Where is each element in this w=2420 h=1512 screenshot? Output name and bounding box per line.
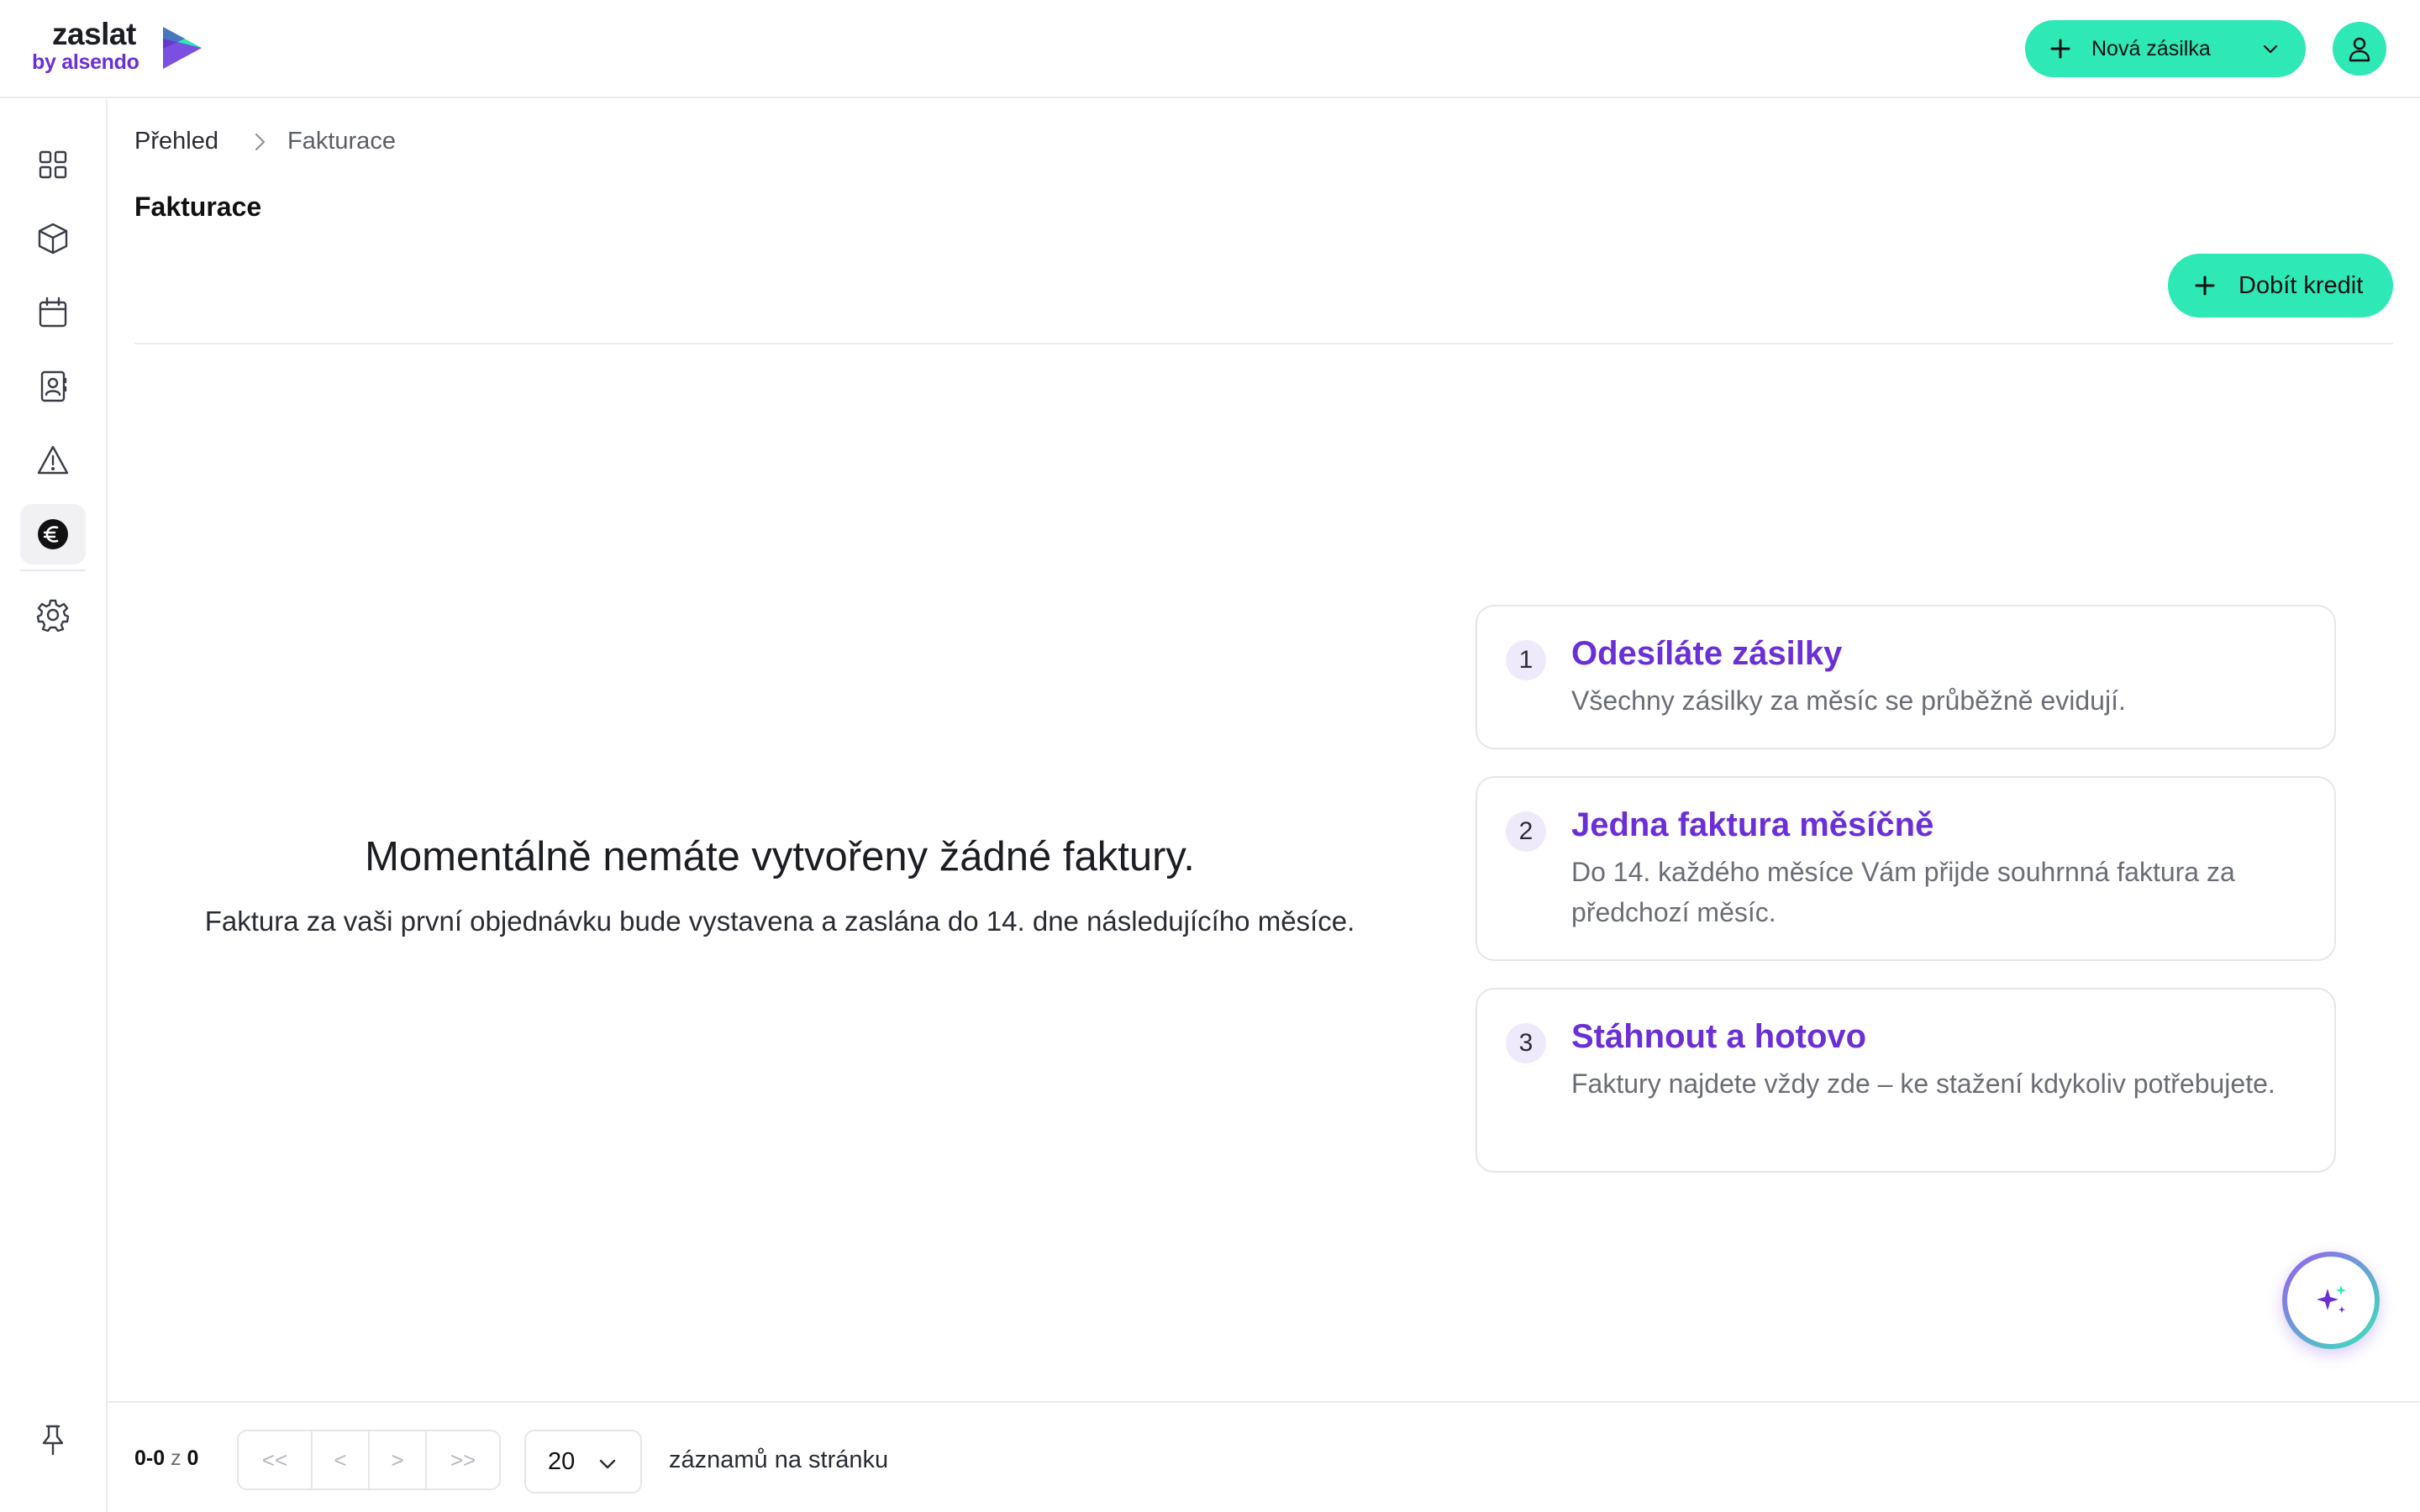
sidebar bbox=[0, 99, 108, 1512]
pagination-range: 0-0 z 0 bbox=[134, 1446, 198, 1471]
first-page-button[interactable]: << bbox=[237, 1430, 313, 1490]
new-shipment-label: Nová zásilka bbox=[2091, 37, 2211, 60]
dashboard-grid-icon bbox=[39, 150, 67, 179]
per-page-label: záznamů na stránku bbox=[669, 1446, 889, 1473]
plus-icon bbox=[2195, 276, 2215, 296]
step-description: Do 14. každého měsíce Vám přijde souhrnn… bbox=[1571, 857, 2235, 927]
top-bar: zaslat by alsendo Nová zásilka bbox=[0, 0, 2420, 98]
step-title: Jedna faktura měsíčně bbox=[1571, 806, 1934, 843]
next-page-button[interactable]: > bbox=[368, 1430, 427, 1490]
breadcrumb-current: Fakturace bbox=[287, 128, 396, 155]
last-page-button[interactable]: >> bbox=[425, 1430, 501, 1490]
user-icon bbox=[2349, 37, 2370, 62]
sidebar-item-dashboard[interactable] bbox=[20, 134, 86, 195]
sidebar-divider bbox=[20, 570, 86, 571]
top-up-credit-label: Dobít kredit bbox=[2238, 272, 2364, 299]
plus-icon bbox=[2050, 39, 2070, 59]
sidebar-item-issues[interactable] bbox=[20, 430, 86, 491]
chevron-down-icon[interactable] bbox=[2260, 39, 2281, 59]
empty-state-title: Momentálně nemáte vytvořeny žádné faktur… bbox=[365, 834, 1195, 879]
brand-logo[interactable]: zaslat by alsendo bbox=[32, 17, 217, 84]
warning-icon bbox=[37, 445, 69, 475]
pagination-footer: 0-0 z 0 << < > >> 20 záznamů na stránku bbox=[108, 1401, 2420, 1512]
step-card: 2 Jedna faktura měsíčně Do 14. každého m… bbox=[1476, 776, 2336, 961]
brand-name: zaslat bbox=[52, 17, 136, 51]
breadcrumb-home-link[interactable]: Přehled bbox=[134, 128, 218, 155]
pagination-range-value: 0-0 bbox=[134, 1446, 166, 1470]
ai-assistant-inner bbox=[2287, 1257, 2375, 1344]
sidebar-item-settings[interactable] bbox=[20, 585, 86, 645]
ai-assistant-button[interactable] bbox=[2282, 1252, 2380, 1349]
sidebar-item-calendar[interactable] bbox=[20, 282, 86, 343]
package-icon bbox=[38, 223, 68, 255]
step-card: 1 Odesíláte zásilky Všechny zásilky za m… bbox=[1476, 605, 2336, 749]
pagination-total: 0 bbox=[187, 1446, 199, 1470]
brand-subtitle: by alsendo bbox=[32, 50, 139, 74]
calendar-icon bbox=[39, 297, 67, 328]
new-shipment-button[interactable]: Nová zásilka bbox=[2025, 20, 2306, 77]
previous-page-button[interactable]: < bbox=[311, 1430, 370, 1490]
chevron-right-icon bbox=[255, 134, 265, 150]
step-card: 3 Stáhnout a hotovo Faktury najdete vždy… bbox=[1476, 988, 2336, 1173]
chevron-down-icon bbox=[599, 1459, 616, 1469]
step-description: Faktury najdete vždy zde – ke stažení kd… bbox=[1571, 1068, 2275, 1099]
pin-icon bbox=[42, 1425, 64, 1456]
step-number: 3 bbox=[1506, 1023, 1546, 1063]
settings-gear-icon bbox=[36, 599, 70, 633]
address-book-icon bbox=[40, 370, 67, 402]
sidebar-item-shipments[interactable] bbox=[20, 208, 86, 269]
step-title: Stáhnout a hotovo bbox=[1571, 1018, 1867, 1055]
page-size-select[interactable]: 20 bbox=[524, 1430, 642, 1494]
page-size-value: 20 bbox=[548, 1448, 576, 1475]
top-up-credit-button[interactable]: Dobít kredit bbox=[2168, 254, 2393, 318]
sidebar-item-billing[interactable] bbox=[20, 504, 86, 564]
step-title: Odesíláte zásilky bbox=[1571, 635, 1843, 672]
user-account-button[interactable] bbox=[2333, 22, 2386, 76]
sidebar-item-contacts[interactable] bbox=[20, 356, 86, 417]
step-description: Všechny zásilky za měsíc se průběžně evi… bbox=[1571, 685, 2126, 716]
sidebar-pin-button[interactable] bbox=[20, 1410, 86, 1470]
header-divider bbox=[134, 343, 2393, 344]
pagination-of: z bbox=[171, 1446, 182, 1470]
page-title: Fakturace bbox=[134, 192, 262, 222]
euro-billing-icon bbox=[38, 519, 68, 549]
empty-state-subtitle: Faktura za vaši první objednávku bude vy… bbox=[204, 906, 1355, 937]
step-number: 1 bbox=[1506, 640, 1546, 680]
step-number: 2 bbox=[1506, 811, 1546, 852]
logo-play-icon bbox=[163, 27, 202, 69]
sparkles-icon bbox=[2317, 1285, 2346, 1313]
